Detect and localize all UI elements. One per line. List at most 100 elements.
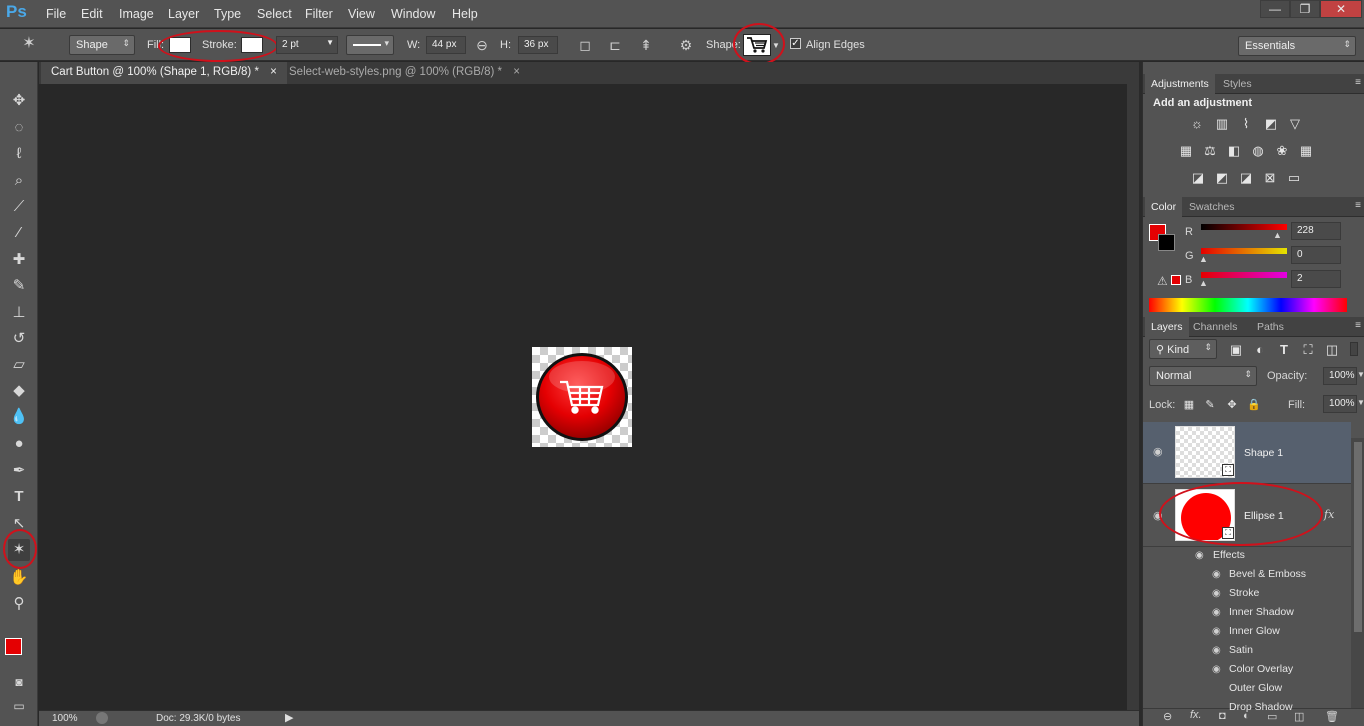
type-layer-filter-icon[interactable]: T bbox=[1275, 342, 1293, 358]
tab-color[interactable]: Color bbox=[1145, 197, 1183, 217]
pen-tool-icon[interactable]: ✒ bbox=[8, 460, 30, 482]
tab-paths[interactable]: Paths bbox=[1251, 317, 1290, 337]
menu-edit[interactable]: Edit bbox=[81, 7, 103, 21]
brush-tool-icon[interactable]: ✎ bbox=[8, 275, 30, 297]
add-layer-style-icon[interactable]: fx. bbox=[1190, 709, 1202, 721]
green-slider[interactable] bbox=[1201, 248, 1287, 254]
green-value-field[interactable]: 0 bbox=[1291, 246, 1341, 264]
hue-saturation-icon[interactable]: ▦ bbox=[1177, 143, 1195, 159]
stroke-type-dropdown[interactable]: ▾ bbox=[346, 35, 394, 55]
shape-layer-filter-icon[interactable]: ⛶ bbox=[1299, 342, 1317, 358]
chevron-down-icon[interactable]: ▼ bbox=[1357, 370, 1364, 379]
menu-layer[interactable]: Layer bbox=[168, 7, 199, 21]
stroke-width-field[interactable]: 2 pt ▼ bbox=[276, 36, 338, 54]
restore-button[interactable]: ❐ bbox=[1290, 0, 1320, 18]
screen-mode-icon[interactable]: ▭ bbox=[8, 695, 30, 717]
elliptical-marquee-tool-icon[interactable]: ◌ bbox=[8, 117, 30, 139]
panel-menu-icon[interactable]: ≡ bbox=[1355, 77, 1361, 88]
close-icon[interactable]: × bbox=[270, 66, 277, 78]
layer-filter-dropdown[interactable]: ⚲ Kind ⇕ bbox=[1149, 339, 1217, 359]
layer-effects-fx-icon[interactable]: fx bbox=[1324, 508, 1334, 521]
visibility-eye-icon[interactable]: ◉ bbox=[1212, 626, 1221, 637]
panel-menu-icon[interactable]: ≡ bbox=[1355, 320, 1361, 331]
custom-shape-tool-icon[interactable]: ✶ bbox=[20, 35, 38, 53]
lock-all-icon[interactable]: 🔒 bbox=[1245, 397, 1263, 413]
minimize-button[interactable]: — bbox=[1260, 0, 1290, 18]
black-white-icon[interactable]: ◧ bbox=[1225, 143, 1243, 159]
close-window-button[interactable]: ✕ bbox=[1320, 0, 1362, 18]
vibrance-icon[interactable]: ▽ bbox=[1286, 116, 1304, 132]
chevron-down-icon[interactable]: ▼ bbox=[1357, 398, 1364, 407]
posterize-icon[interactable]: ◩ bbox=[1213, 170, 1231, 186]
menu-help[interactable]: Help bbox=[452, 7, 478, 21]
panel-menu-icon[interactable]: ≡ bbox=[1355, 200, 1361, 211]
menu-window[interactable]: Window bbox=[391, 7, 435, 21]
lock-position-icon[interactable]: ✥ bbox=[1223, 397, 1241, 413]
opacity-field[interactable]: 100% bbox=[1323, 367, 1357, 385]
threshold-icon[interactable]: ◪ bbox=[1237, 170, 1255, 186]
slider-thumb-icon[interactable]: ▲ bbox=[1199, 278, 1208, 288]
clone-stamp-tool-icon[interactable]: ⊥ bbox=[8, 302, 30, 324]
selective-color-icon[interactable]: ⊠ bbox=[1261, 170, 1279, 186]
blend-mode-dropdown[interactable]: Normal ⇕ bbox=[1149, 366, 1257, 386]
type-tool-icon[interactable]: T bbox=[8, 486, 30, 508]
crop-tool-icon[interactable]: ⟋ bbox=[8, 196, 30, 218]
gamut-color-swatch[interactable] bbox=[1171, 275, 1181, 285]
channel-mixer-icon[interactable]: ❀ bbox=[1273, 143, 1291, 159]
new-layer-icon[interactable]: ◫ bbox=[1294, 710, 1304, 723]
effect-item[interactable]: Outer Glow bbox=[1229, 682, 1282, 694]
paint-bucket-tool-icon[interactable]: ◆ bbox=[8, 380, 30, 402]
zoom-level[interactable]: 100% bbox=[52, 713, 78, 724]
canvas-scrollbar[interactable] bbox=[1127, 84, 1139, 710]
visibility-eye-icon[interactable]: ◉ bbox=[1153, 445, 1163, 458]
slider-thumb-icon[interactable]: ▲ bbox=[1273, 230, 1282, 240]
lock-transparent-icon[interactable]: ▦ bbox=[1180, 397, 1198, 413]
menu-select[interactable]: Select bbox=[257, 7, 292, 21]
play-icon[interactable]: ▶ bbox=[285, 711, 293, 724]
tab-styles[interactable]: Styles bbox=[1217, 74, 1258, 94]
smart-object-filter-icon[interactable]: ◫ bbox=[1323, 342, 1341, 358]
levels-icon[interactable]: ▥ bbox=[1213, 116, 1231, 132]
fill-field[interactable]: 100% bbox=[1323, 395, 1357, 413]
menu-view[interactable]: View bbox=[348, 7, 375, 21]
hand-tool-icon[interactable]: ✋ bbox=[8, 567, 30, 589]
layer-row-shape-1[interactable]: ◉ ⛶ Shape 1 bbox=[1143, 422, 1351, 484]
lock-pixels-icon[interactable]: ✎ bbox=[1201, 397, 1219, 413]
color-lookup-icon[interactable]: ▦ bbox=[1297, 143, 1315, 159]
curves-icon[interactable]: ⌇ bbox=[1237, 116, 1255, 132]
scrollbar-thumb[interactable] bbox=[1354, 442, 1362, 632]
history-brush-tool-icon[interactable]: ↺ bbox=[8, 328, 30, 350]
red-value-field[interactable]: 228 bbox=[1291, 222, 1341, 240]
background-color-swatch[interactable] bbox=[1158, 234, 1175, 251]
tool-mode-dropdown[interactable]: Shape ⇕ bbox=[69, 35, 135, 55]
adjustment-layer-filter-icon[interactable]: ◐ bbox=[1251, 342, 1269, 358]
zoom-tool-icon[interactable]: ⚲ bbox=[8, 593, 30, 615]
gear-icon[interactable]: ⚙ bbox=[677, 36, 695, 54]
menu-filter[interactable]: Filter bbox=[305, 7, 333, 21]
status-menu-icon[interactable] bbox=[96, 712, 108, 724]
visibility-eye-icon[interactable]: ◉ bbox=[1212, 588, 1221, 599]
tab-adjustments[interactable]: Adjustments bbox=[1145, 74, 1215, 94]
tab-select-web-styles[interactable]: Select-web-styles.png @ 100% (RGB/8) * × bbox=[279, 62, 530, 84]
photo-filter-icon[interactable]: ◍ bbox=[1249, 143, 1267, 159]
visibility-eye-icon[interactable]: ◉ bbox=[1212, 607, 1221, 618]
path-alignment-icon[interactable]: ⊏ bbox=[606, 36, 624, 54]
pixel-layer-filter-icon[interactable]: ▣ bbox=[1227, 342, 1245, 358]
quick-mask-icon[interactable]: ◙ bbox=[8, 671, 30, 693]
document-canvas[interactable] bbox=[532, 347, 632, 447]
layer-name[interactable]: Shape 1 bbox=[1244, 447, 1283, 459]
blue-slider[interactable] bbox=[1201, 272, 1287, 278]
healing-brush-tool-icon[interactable]: ✚ bbox=[8, 249, 30, 271]
lasso-tool-icon[interactable]: ℓ bbox=[8, 143, 30, 165]
tab-cart-button[interactable]: Cart Button @ 100% (Shape 1, RGB/8) * × bbox=[41, 62, 287, 84]
visibility-eye-icon[interactable]: ◉ bbox=[1195, 550, 1204, 561]
color-spectrum-bar[interactable] bbox=[1149, 298, 1347, 312]
effect-item[interactable]: Satin bbox=[1229, 644, 1253, 656]
workspace-dropdown[interactable]: Essentials ⇕ bbox=[1238, 36, 1356, 56]
layers-scrollbar[interactable] bbox=[1351, 438, 1364, 710]
slider-thumb-icon[interactable]: ▲ bbox=[1199, 254, 1208, 264]
color-balance-icon[interactable]: ⚖ bbox=[1201, 143, 1219, 159]
effect-item[interactable]: Inner Shadow bbox=[1229, 606, 1294, 618]
path-arrangement-icon[interactable]: ⇞ bbox=[637, 36, 655, 54]
eraser-tool-icon[interactable]: ▱ bbox=[8, 354, 30, 376]
